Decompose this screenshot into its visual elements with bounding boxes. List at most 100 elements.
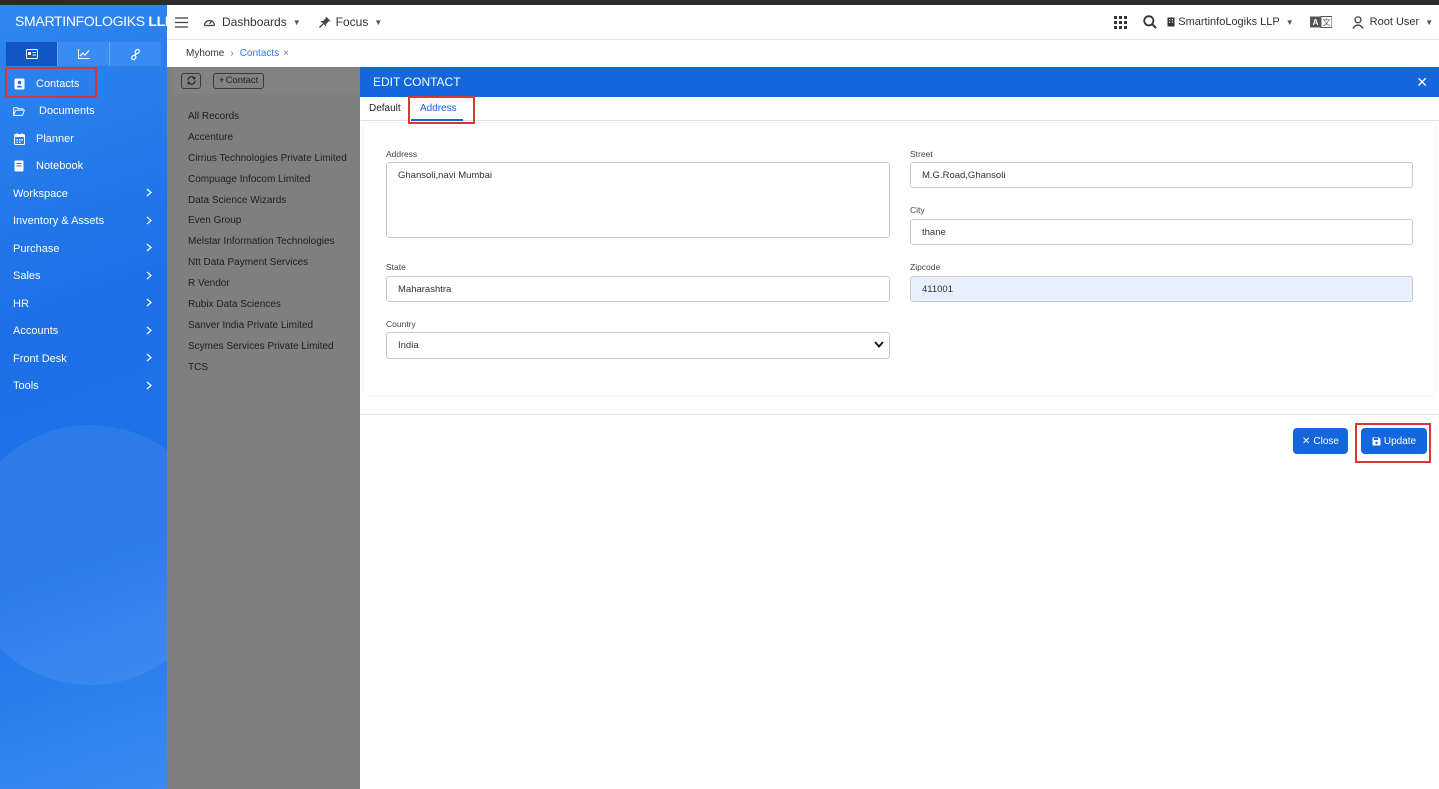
refresh-button[interactable] (181, 72, 201, 89)
caret-down-icon: ▼ (292, 17, 301, 27)
chevron-right-icon (146, 381, 152, 393)
address-tab-highlight-box (408, 96, 475, 124)
user-menu[interactable]: Root User ▼ (1351, 15, 1433, 29)
folder-icon (13, 105, 25, 117)
dashboards-menu[interactable]: Dashboards ▼ (203, 15, 301, 29)
list-item[interactable]: R Vendor (188, 278, 360, 299)
list-item[interactable]: Accenture (188, 132, 360, 153)
list-item[interactable]: Cirrius Technologies Private Limited (188, 153, 360, 174)
sidebar-item-tools[interactable]: Tools (0, 373, 167, 401)
refresh-icon (186, 76, 196, 85)
city-value: thane (922, 226, 946, 238)
chart-icon (77, 49, 90, 59)
city-label: City (910, 205, 925, 215)
sidebar-item-label: Inventory & Assets (13, 215, 105, 228)
translate-icon: A文 (1309, 16, 1332, 28)
list-item[interactable]: Melstar Information Technologies (188, 236, 360, 257)
sidebar: SMARTINFOLOGIKS LLP Contacts Documents P… (0, 5, 167, 789)
address-textarea[interactable]: Ghansoli,navi Mumbai (386, 162, 890, 238)
sidebar-item-documents[interactable]: Documents (0, 98, 167, 126)
dashboards-label: Dashboards (222, 15, 287, 29)
card-icon (25, 49, 38, 59)
country-select[interactable]: India (386, 332, 890, 359)
sidebar-item-contacts[interactable]: Contacts (0, 70, 167, 98)
search-icon (1143, 15, 1157, 29)
sidebar-item-workspace[interactable]: Workspace (0, 180, 167, 208)
zipcode-value: 411001 (922, 283, 953, 295)
city-field[interactable]: thane (910, 219, 1413, 245)
plus-icon: + (219, 75, 225, 86)
sidebar-item-label: Documents (39, 105, 95, 118)
caret-down-icon: ▼ (1285, 17, 1294, 27)
sidebar-tab-links[interactable] (110, 42, 161, 66)
list-item[interactable]: Data Science Wizards (188, 195, 360, 216)
apps-grid-button[interactable] (1114, 15, 1128, 29)
menu-icon (175, 16, 188, 28)
chevron-right-icon: › (230, 48, 234, 59)
close-icon[interactable]: ✕ (1416, 74, 1428, 91)
sidebar-item-inventory[interactable]: Inventory & Assets (0, 208, 167, 236)
svg-text:文: 文 (1322, 17, 1330, 27)
sidebar-item-accounts[interactable]: Accounts (0, 318, 167, 346)
state-field[interactable]: Maharashtra (386, 276, 890, 302)
hamburger-menu-button[interactable] (175, 16, 188, 28)
language-button[interactable]: A文 (1309, 16, 1332, 28)
top-navbar: Dashboards ▼ Focus ▼ SmartinfoLogiks LLP ▼ … (167, 5, 1439, 40)
breadcrumb-home[interactable]: Myhome (186, 48, 224, 59)
sidebar-item-label: Workspace (13, 187, 68, 200)
chevron-right-icon (146, 216, 152, 228)
sidebar-item-label: Contacts (36, 77, 80, 90)
street-value: M.G.Road,Ghansoli (922, 169, 1006, 181)
street-field[interactable]: M.G.Road,Ghansoli (910, 162, 1413, 188)
sidebar-item-purchase[interactable]: Purchase (0, 235, 167, 263)
modal-header: EDIT CONTACT ✕ (360, 67, 1439, 97)
list-item[interactable]: Scymes Services Private Limited (188, 341, 360, 362)
list-item[interactable]: Compuage Infocom Limited (188, 174, 360, 195)
sidebar-item-label: Notebook (36, 160, 84, 173)
close-button[interactable]: ✕ Close (1293, 428, 1348, 454)
svg-text:A: A (1312, 18, 1318, 27)
brand-logo[interactable]: SMARTINFOLOGIKS LLP (0, 5, 167, 39)
close-button-label: Close (1313, 435, 1339, 447)
list-item[interactable]: Even Group (188, 215, 360, 236)
list-item[interactable]: TCS (188, 362, 360, 383)
sidebar-item-sales[interactable]: Sales (0, 263, 167, 291)
list-item[interactable]: Sanver India Private Limited (188, 320, 360, 341)
company-switcher[interactable]: SmartinfoLogiks LLP ▼ (1167, 16, 1294, 28)
sidebar-item-hr[interactable]: HR (0, 290, 167, 318)
tab-default[interactable]: Default (369, 103, 401, 114)
modal-footer-divider (360, 414, 1439, 415)
link-icon (131, 48, 140, 60)
records-list: All Records Accenture Cirrius Technologi… (172, 111, 360, 383)
state-value: Maharashtra (398, 283, 452, 295)
add-contact-button[interactable]: + Contact (213, 72, 265, 89)
list-item[interactable]: All Records (188, 111, 360, 132)
sidebar-item-front-desk[interactable]: Front Desk (0, 345, 167, 373)
list-item[interactable]: Rubix Data Sciences (188, 299, 360, 320)
sidebar-item-notebook[interactable]: Notebook (0, 153, 167, 181)
search-button[interactable] (1143, 15, 1157, 29)
sidebar-item-label: Accounts (13, 325, 59, 338)
records-toolbar: + Contact (172, 67, 360, 94)
chevron-right-icon (146, 271, 152, 283)
zipcode-field[interactable]: 411001 (910, 276, 1413, 302)
overlay-strip (172, 772, 360, 789)
breadcrumb-current[interactable]: Contacts (240, 48, 279, 59)
sidebar-nav: Contacts Documents Planner Notebook Work… (0, 70, 167, 400)
sidebar-tab-cards[interactable] (6, 42, 58, 66)
country-value: India (398, 340, 419, 351)
gauge-icon (203, 19, 216, 27)
breadcrumb: Myhome › Contacts × (167, 40, 1439, 67)
country-label: Country (386, 319, 416, 329)
sidebar-tab-charts[interactable] (58, 42, 110, 66)
sidebar-item-label: Planner (36, 132, 74, 145)
chevron-right-icon (146, 326, 152, 338)
list-item[interactable]: Ntt Data Payment Services (188, 257, 360, 278)
modal-title: EDIT CONTACT (373, 75, 461, 89)
close-tab-icon[interactable]: × (283, 48, 289, 59)
sidebar-item-label: HR (13, 297, 29, 310)
sidebar-item-planner[interactable]: Planner (0, 125, 167, 153)
sidebar-item-label: Purchase (13, 242, 60, 255)
chevron-right-icon (146, 188, 152, 200)
focus-menu[interactable]: Focus ▼ (318, 15, 382, 29)
